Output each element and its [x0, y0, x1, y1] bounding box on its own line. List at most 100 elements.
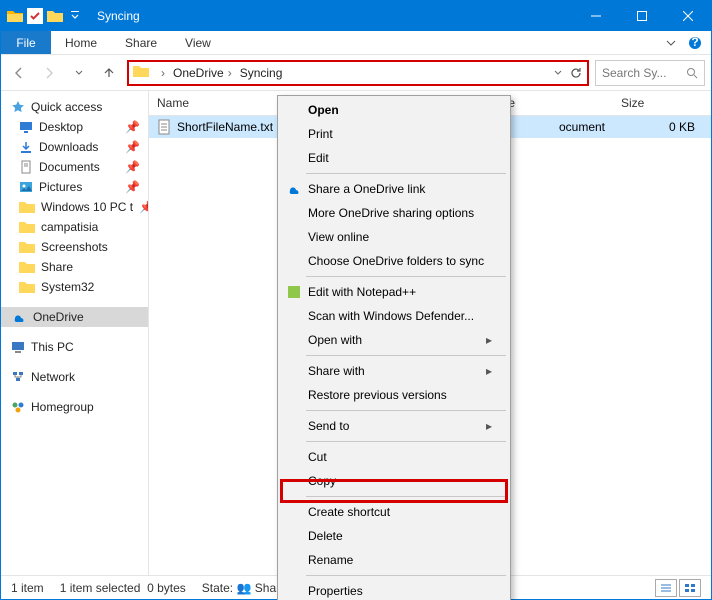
chevron-right-icon: ▸: [486, 364, 492, 378]
pin-icon: 📌: [125, 120, 140, 134]
ribbon-file[interactable]: File: [1, 31, 51, 54]
search-icon: [686, 67, 698, 79]
breadcrumb-sep[interactable]: ›: [157, 66, 169, 80]
status-selection: 1 item selected 0 bytes: [60, 581, 186, 595]
close-button[interactable]: [665, 1, 711, 31]
ctx-view-online[interactable]: View online: [280, 225, 508, 249]
pictures-icon: [19, 180, 33, 194]
view-details-button[interactable]: [655, 579, 677, 597]
nav-win10pc[interactable]: Windows 10 PC t📌: [1, 197, 148, 217]
nav-onedrive[interactable]: OneDrive: [1, 307, 148, 327]
homegroup-icon: [11, 400, 25, 414]
search-placeholder: Search Sy...: [602, 66, 686, 80]
window-controls: [573, 1, 711, 31]
status-item-count: 1 item: [11, 581, 44, 595]
folder-icon: [19, 220, 35, 234]
ribbon-tab-view[interactable]: View: [171, 31, 225, 54]
ctx-cut[interactable]: Cut: [280, 445, 508, 469]
nav-campatisia[interactable]: campatisia: [1, 217, 148, 237]
forward-button[interactable]: [37, 61, 61, 85]
file-size: 0 KB: [613, 120, 711, 134]
ctx-properties[interactable]: Properties: [280, 579, 508, 600]
nav-pictures[interactable]: Pictures📌: [1, 177, 148, 197]
maximize-button[interactable]: [619, 1, 665, 31]
ctx-open-with[interactable]: Open with▸: [280, 328, 508, 352]
chevron-right-icon: ▸: [486, 333, 492, 347]
ctx-edit[interactable]: Edit: [280, 146, 508, 170]
thispc-icon: [11, 340, 25, 354]
nav-quick-access[interactable]: Quick access: [1, 97, 148, 117]
nav-homegroup[interactable]: Homegroup: [1, 397, 148, 417]
qat-dropdown-icon[interactable]: [67, 8, 83, 24]
pin-icon: 📌: [139, 200, 149, 214]
ctx-scan-defender[interactable]: Scan with Windows Defender...: [280, 304, 508, 328]
pin-icon: 📌: [125, 140, 140, 154]
nav-network[interactable]: Network: [1, 367, 148, 387]
file-name: ShortFileName.txt: [177, 120, 273, 134]
ribbon-tab-home[interactable]: Home: [51, 31, 111, 54]
folder-icon: [19, 280, 35, 294]
nav-pane: Quick access Desktop📌 Downloads📌 Documen…: [1, 91, 149, 575]
titlebar: Syncing: [1, 1, 711, 31]
breadcrumb-onedrive[interactable]: OneDrive›: [169, 66, 236, 80]
star-icon: [11, 100, 25, 114]
ctx-copy[interactable]: Copy: [280, 469, 508, 493]
pin-icon: 📌: [125, 160, 140, 174]
up-button[interactable]: [97, 61, 121, 85]
nav-desktop[interactable]: Desktop📌: [1, 117, 148, 137]
ctx-more-onedrive-sharing[interactable]: More OneDrive sharing options: [280, 201, 508, 225]
qat-properties-icon[interactable]: [27, 8, 43, 24]
explorer-window: Syncing File Home Share View ? › OneDriv…: [0, 0, 712, 600]
desktop-icon: [19, 120, 33, 134]
ctx-create-shortcut[interactable]: Create shortcut: [280, 500, 508, 524]
nav-thispc[interactable]: This PC: [1, 337, 148, 357]
ribbon-tab-share[interactable]: Share: [111, 31, 171, 54]
minimize-button[interactable]: [573, 1, 619, 31]
ctx-send-to[interactable]: Send to▸: [280, 414, 508, 438]
ctx-print[interactable]: Print: [280, 122, 508, 146]
nav-share[interactable]: Share: [1, 257, 148, 277]
content-area: Name Date modified Type Size ShortFileNa…: [149, 91, 711, 575]
view-large-button[interactable]: [679, 579, 701, 597]
ctx-restore-previous[interactable]: Restore previous versions: [280, 383, 508, 407]
shared-icon: 👥: [236, 581, 251, 595]
nav-downloads[interactable]: Downloads📌: [1, 137, 148, 157]
ribbon-expand-icon[interactable]: [663, 31, 687, 54]
ribbon: File Home Share View ?: [1, 31, 711, 55]
pin-icon: 📌: [125, 180, 140, 194]
downloads-icon: [19, 140, 33, 154]
nav-documents[interactable]: Documents📌: [1, 157, 148, 177]
body: Quick access Desktop📌 Downloads📌 Documen…: [1, 91, 711, 575]
nav-system32[interactable]: System32: [1, 277, 148, 297]
notepadpp-icon: [286, 284, 302, 300]
address-bar[interactable]: › OneDrive› Syncing: [127, 60, 589, 86]
ctx-edit-notepadpp[interactable]: Edit with Notepad++: [280, 280, 508, 304]
search-input[interactable]: Search Sy...: [595, 60, 705, 86]
recent-dropdown-icon[interactable]: [67, 61, 91, 85]
documents-icon: [19, 160, 33, 174]
quick-access-toolbar: [1, 8, 89, 24]
ctx-open[interactable]: Open: [280, 98, 508, 122]
onedrive-icon: [11, 311, 27, 323]
ctx-choose-sync[interactable]: Choose OneDrive folders to sync: [280, 249, 508, 273]
nav-screenshots[interactable]: Screenshots: [1, 237, 148, 257]
folder-icon: [19, 200, 35, 214]
back-button[interactable]: [7, 61, 31, 85]
breadcrumb-syncing[interactable]: Syncing: [236, 66, 287, 80]
col-size[interactable]: Size: [613, 91, 711, 115]
refresh-icon[interactable]: [569, 66, 583, 80]
ctx-delete[interactable]: Delete: [280, 524, 508, 548]
address-row: › OneDrive› Syncing Search Sy...: [1, 55, 711, 91]
chevron-right-icon: ▸: [486, 419, 492, 433]
network-icon: [11, 370, 25, 384]
folder-icon: [19, 260, 35, 274]
context-menu: Open Print Edit Share a OneDrive link Mo…: [277, 95, 511, 600]
ctx-rename[interactable]: Rename: [280, 548, 508, 572]
svg-text:?: ?: [691, 36, 698, 49]
folder-icon: [7, 8, 23, 24]
ctx-share-with[interactable]: Share with▸: [280, 359, 508, 383]
ctx-share-onedrive-link[interactable]: Share a OneDrive link: [280, 177, 508, 201]
address-dropdown-icon[interactable]: [553, 68, 563, 78]
textfile-icon: [157, 119, 171, 135]
help-icon[interactable]: ?: [687, 31, 711, 54]
